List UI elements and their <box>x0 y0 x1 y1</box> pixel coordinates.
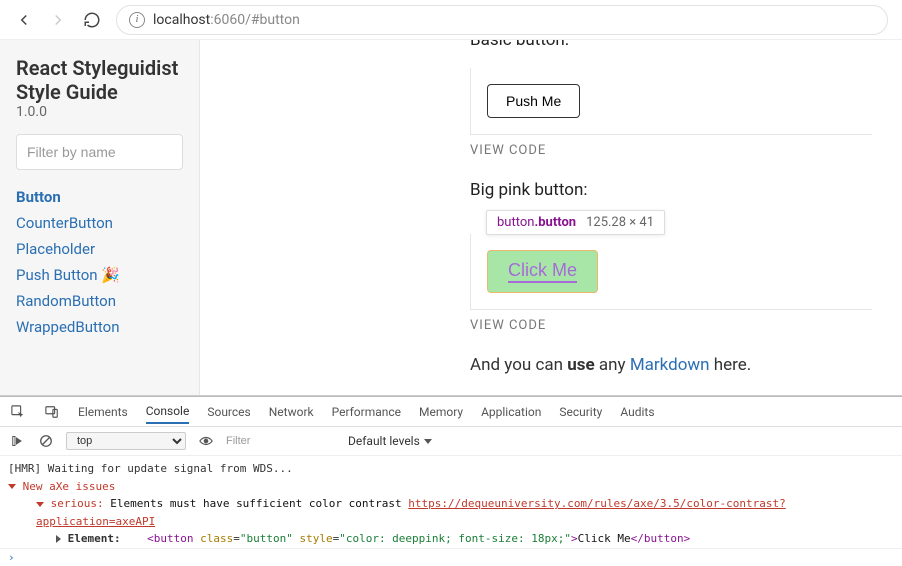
sidebar-item-pushbutton[interactable]: Push Button 🎉 <box>16 266 183 284</box>
live-expression-icon[interactable] <box>198 433 214 449</box>
tab-elements[interactable]: Elements <box>78 401 128 423</box>
content-pane: Basic button: Push Me VIEW CODE Big pink… <box>200 40 902 395</box>
devtools: Elements Console Sources Network Perform… <box>0 396 902 566</box>
big-pink-heading: Big pink button: <box>470 180 872 200</box>
main-area: React Styleguidist Style Guide 1.0.0 But… <box>0 40 902 396</box>
sidebar-item-counterbutton[interactable]: CounterButton <box>16 214 183 232</box>
click-me-button[interactable]: Click Me <box>508 260 577 283</box>
log-levels-select[interactable]: Default levels <box>348 434 432 448</box>
console-prompt[interactable]: › <box>0 548 902 566</box>
devtools-tabs: Elements Console Sources Network Perform… <box>0 397 902 427</box>
caret-down-icon <box>8 484 16 489</box>
app-version: 1.0.0 <box>16 104 183 120</box>
sidebar-item-randombutton[interactable]: RandomButton <box>16 292 183 310</box>
console-sidebar-icon[interactable] <box>10 433 26 449</box>
basic-button-heading: Basic button: <box>470 40 872 50</box>
tab-console[interactable]: Console <box>146 400 190 424</box>
reload-button[interactable] <box>82 10 102 30</box>
example-pink: Click Me <box>470 234 872 310</box>
push-me-button[interactable]: Push Me <box>487 84 580 118</box>
console-line-issue[interactable]: serious: Elements must have sufficient c… <box>8 495 894 530</box>
console-toolbar: top Default levels <box>0 427 902 456</box>
inspect-tooltip: button.button 125.28 × 41 <box>486 210 665 235</box>
tab-application[interactable]: Application <box>481 401 541 423</box>
view-code-link[interactable]: VIEW CODE <box>470 143 872 158</box>
example-basic: Push Me <box>470 68 872 135</box>
clear-console-icon[interactable] <box>38 433 54 449</box>
browser-toolbar: i localhost:6060/#button <box>0 0 902 40</box>
console-line-element[interactable]: Element: <button class="button" style="c… <box>8 530 894 548</box>
console-output: [HMR] Waiting for update signal from WDS… <box>0 456 902 548</box>
console-line-axe-header[interactable]: New aXe issues <box>8 478 894 496</box>
caret-right-icon <box>56 535 61 543</box>
device-toggle-icon[interactable] <box>44 404 60 420</box>
tab-audits[interactable]: Audits <box>620 401 654 423</box>
sidebar-item-button[interactable]: Button <box>16 188 183 206</box>
chevron-down-icon <box>424 439 432 444</box>
tab-security[interactable]: Security <box>559 401 602 423</box>
console-filter-input[interactable] <box>226 435 336 448</box>
filter-input[interactable] <box>16 134 183 170</box>
forward-button[interactable] <box>48 10 68 30</box>
tab-memory[interactable]: Memory <box>419 401 463 423</box>
view-code-link-2[interactable]: VIEW CODE <box>470 318 872 333</box>
party-popper-icon: 🎉 <box>101 266 120 284</box>
back-button[interactable] <box>14 10 34 30</box>
markdown-note: And you can use any Markdown here. <box>470 355 872 375</box>
tab-network[interactable]: Network <box>269 401 314 423</box>
app-title: React Styleguidist Style Guide 1.0.0 <box>16 56 183 120</box>
sidebar: React Styleguidist Style Guide 1.0.0 But… <box>0 40 200 395</box>
caret-down-icon <box>36 502 44 507</box>
tab-performance[interactable]: Performance <box>332 401 401 423</box>
app-title-line1: React Styleguidist <box>16 56 183 80</box>
markdown-link[interactable]: Markdown <box>630 355 710 375</box>
inspect-highlight: Click Me <box>487 250 598 293</box>
sidebar-item-wrappedbutton[interactable]: WrappedButton <box>16 318 183 336</box>
context-select[interactable]: top <box>66 432 186 450</box>
url-text: localhost:6060/#button <box>153 12 300 28</box>
sidebar-item-placeholder[interactable]: Placeholder <box>16 240 183 258</box>
site-info-icon[interactable]: i <box>129 12 145 28</box>
inspect-element-icon[interactable] <box>10 404 26 420</box>
console-line-hmr: [HMR] Waiting for update signal from WDS… <box>8 460 894 478</box>
app-title-line2: Style Guide <box>16 80 183 104</box>
tooltip-dimensions: 125.28 × 41 <box>586 215 654 230</box>
address-bar[interactable]: i localhost:6060/#button <box>116 5 888 35</box>
tab-sources[interactable]: Sources <box>207 401 250 423</box>
component-nav: Button CounterButton Placeholder Push Bu… <box>16 188 183 336</box>
tooltip-selector: button.button <box>497 215 576 230</box>
